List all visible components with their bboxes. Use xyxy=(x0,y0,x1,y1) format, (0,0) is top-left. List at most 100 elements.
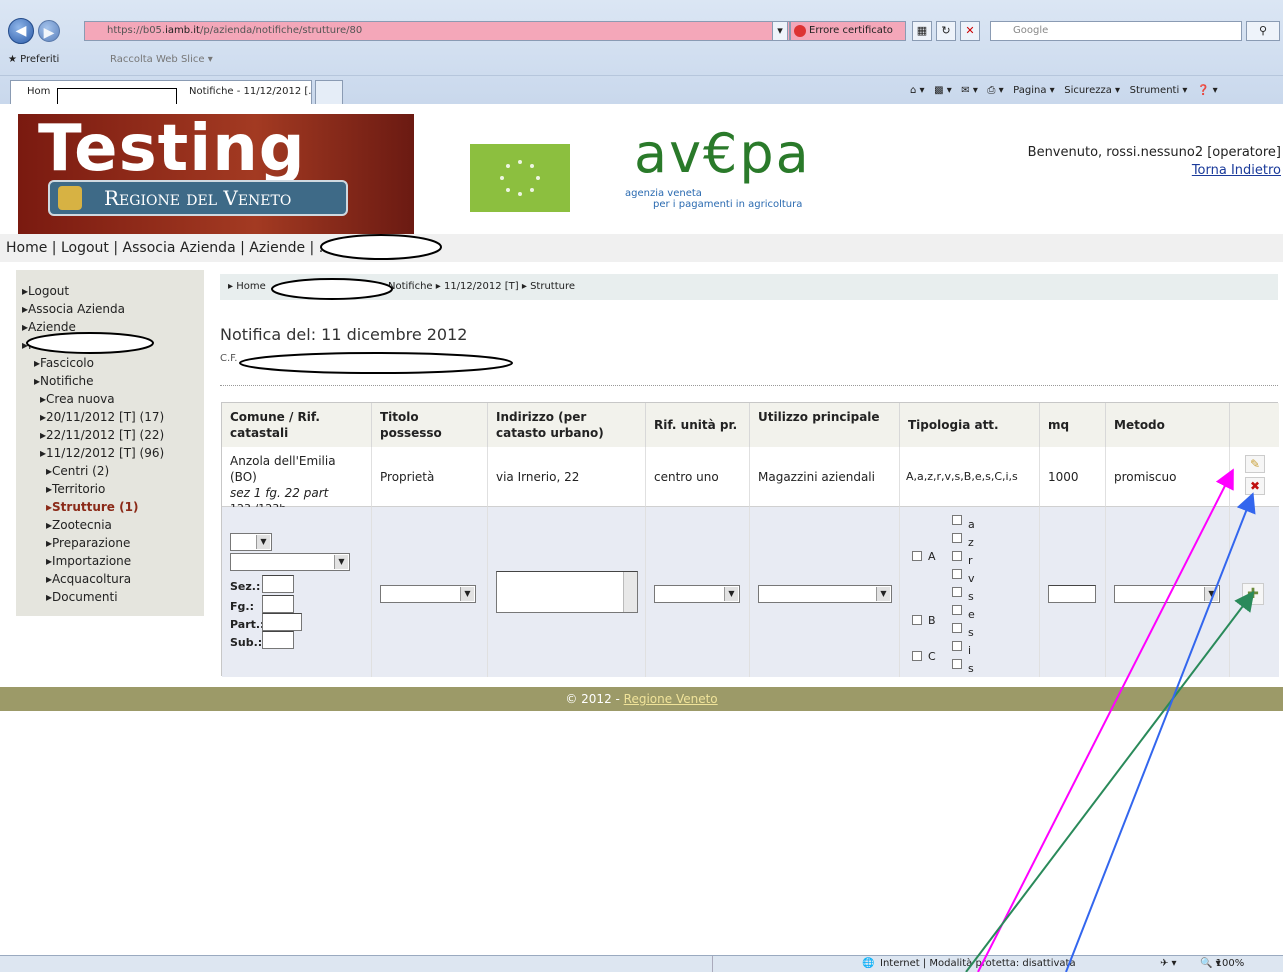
redaction-ellipse xyxy=(26,332,154,354)
command-bar: ⌂ ▾ ▩ ▾ ✉ ▾ ⎙ ▾ Pagina ▾ Sicurezza ▾ Str… xyxy=(910,85,1218,96)
help-icon[interactable]: ❓ ▾ xyxy=(1197,85,1218,96)
sub-label: Sub.: xyxy=(230,636,263,649)
testing-banner: Testing Regione del Veneto xyxy=(18,112,414,234)
sidebar-item-associa[interactable]: ▸Associa Azienda xyxy=(22,300,204,318)
checkbox-a[interactable] xyxy=(912,551,922,561)
edit-icon[interactable]: ✎ xyxy=(1245,455,1265,473)
redaction-ellipse xyxy=(239,352,513,374)
address-bar[interactable]: https://b05.iamb.it/p/azienda/notifiche/… xyxy=(84,21,790,41)
textarea-scrollbar[interactable] xyxy=(623,572,637,612)
fg-input[interactable] xyxy=(262,595,294,613)
search-button[interactable]: ⚲ xyxy=(1246,21,1280,41)
titolo-select[interactable]: ▼ xyxy=(380,585,476,603)
delete-icon[interactable]: ✖ xyxy=(1245,477,1265,495)
checkbox-c-i[interactable] xyxy=(952,641,962,651)
header-tipologia: Tipologia att. xyxy=(900,403,1040,447)
checkbox-a-v[interactable] xyxy=(952,569,962,579)
province-select[interactable]: ▼ xyxy=(230,533,272,551)
back-icon[interactable]: ◀ xyxy=(8,18,34,44)
sub-input[interactable] xyxy=(262,631,294,649)
sidebar-item-importazione[interactable]: ▸Importazione xyxy=(22,552,204,570)
favorites-button[interactable]: ★ Preferiti xyxy=(8,48,59,72)
label-a-r: r xyxy=(968,554,973,567)
compat-icon[interactable]: ▦ xyxy=(912,21,932,41)
cell-metodo: promiscuo xyxy=(1106,447,1230,507)
header-indirizzo: Indirizzo (per catasto urbano) xyxy=(488,403,646,447)
checkbox-a-s[interactable] xyxy=(952,587,962,597)
sidebar-item-notifica-20-11[interactable]: ▸20/11/2012 [T] (17) xyxy=(22,408,204,426)
comune-select[interactable]: ▼ xyxy=(230,553,350,571)
checkbox-b[interactable] xyxy=(912,615,922,625)
web-slice-button[interactable]: Raccolta Web Slice ▾ xyxy=(110,48,213,72)
add-icon[interactable]: ✚ xyxy=(1242,583,1264,605)
indirizzo-textarea[interactable] xyxy=(496,571,638,613)
checkbox-b-e[interactable] xyxy=(952,605,962,615)
search-input[interactable]: Google xyxy=(990,21,1242,41)
checkbox-b-s[interactable] xyxy=(952,623,962,633)
sidebar-item-documenti[interactable]: ▸Documenti xyxy=(22,588,204,606)
footer-link[interactable]: Regione Veneto xyxy=(624,692,718,706)
nav-aziende[interactable]: Aziende xyxy=(249,240,305,256)
cell-mq: 1000 xyxy=(1040,447,1106,507)
sidebar-item-preparazione[interactable]: ▸Preparazione xyxy=(22,534,204,552)
header-actions xyxy=(1230,403,1279,447)
checkbox-a-z[interactable] xyxy=(952,533,962,543)
nav-home[interactable]: Home xyxy=(6,240,47,256)
sidebar-item-centri[interactable]: ▸Centri (2) xyxy=(22,462,204,480)
breadcrumb-home[interactable]: Home xyxy=(236,281,266,292)
sidebar-item-zootecnia[interactable]: ▸Zootecnia xyxy=(22,516,204,534)
checkbox-c-s[interactable] xyxy=(952,659,962,669)
lion-icon xyxy=(58,186,82,210)
form-utilizzo: ▼ xyxy=(750,507,900,677)
checkbox-c[interactable] xyxy=(912,651,922,661)
sidebar: ▸Logout ▸Associa Azienda ▸Aziende ▸M... … xyxy=(16,270,204,616)
checkbox-a-a[interactable] xyxy=(952,515,962,525)
refresh-icon[interactable]: ↻ xyxy=(936,21,956,41)
mq-input[interactable] xyxy=(1048,585,1096,603)
back-link[interactable]: Torna Indietro xyxy=(1192,163,1281,178)
sidebar-item-notifica-22-11[interactable]: ▸22/11/2012 [T] (22) xyxy=(22,426,204,444)
sez-label: Sez.: xyxy=(230,580,261,593)
forward-icon[interactable]: ▶ xyxy=(38,20,60,42)
sez-input[interactable] xyxy=(262,575,294,593)
tool-sicurezza[interactable]: Sicurezza xyxy=(1064,85,1112,96)
status-panels xyxy=(712,956,852,972)
new-tab-button[interactable] xyxy=(315,80,343,105)
strutture-table: Comune / Rif. catastali Titolo possesso … xyxy=(221,402,1279,677)
label-b-s: s xyxy=(968,626,974,639)
utilizzo-select[interactable]: ▼ xyxy=(758,585,892,603)
sidebar-item-notifiche[interactable]: ▸Notifiche xyxy=(22,372,204,390)
rif-unita-select[interactable]: ▼ xyxy=(654,585,740,603)
sidebar-item-fascicolo[interactable]: ▸Fascicolo xyxy=(22,354,204,372)
part-input[interactable] xyxy=(262,613,302,631)
sidebar-item-territorio[interactable]: ▸Territorio xyxy=(22,480,204,498)
metodo-select[interactable]: ▼ xyxy=(1114,585,1220,603)
label-b: B xyxy=(928,614,936,627)
tool-pagina[interactable]: Pagina xyxy=(1013,85,1046,96)
stop-icon[interactable]: ✕ xyxy=(960,21,980,41)
nav-associa-azienda[interactable]: Associa Azienda xyxy=(123,240,236,256)
checkbox-a-r[interactable] xyxy=(952,551,962,561)
nav-logout[interactable]: Logout xyxy=(61,240,109,256)
print-icon[interactable]: ⎙ ▾ xyxy=(987,85,1003,96)
home-icon[interactable]: ⌂ ▾ xyxy=(910,85,925,96)
mail-icon[interactable]: ✉ ▾ xyxy=(961,85,978,96)
sidebar-item-logout[interactable]: ▸Logout xyxy=(22,282,204,300)
tool-strumenti[interactable]: Strumenti xyxy=(1130,85,1180,96)
zoom-level[interactable]: 🔍 100% ▾ xyxy=(1200,956,1244,972)
label-a-z: z xyxy=(968,536,974,549)
url-dropdown-icon[interactable]: ▾ xyxy=(772,21,788,41)
sidebar-item-acquacoltura[interactable]: ▸Acquacoltura xyxy=(22,570,204,588)
feeds-icon[interactable]: ▩ ▾ xyxy=(934,85,952,96)
form-comune: ▼ ▼ Sez.: Fg.: Part.: Sub.: xyxy=(222,507,372,677)
sidebar-item-crea-nuova[interactable]: ▸Crea nuova xyxy=(22,390,204,408)
form-metodo: ▼ xyxy=(1106,507,1230,677)
protected-mode-icon[interactable]: ✈ ▾ xyxy=(1160,956,1177,972)
sidebar-item-strutture[interactable]: ▸Strutture (1) xyxy=(22,498,204,516)
divider xyxy=(220,385,1278,386)
cell-comune: Anzola dell'Emilia (BO) sez 1 fg. 22 par… xyxy=(222,447,372,515)
sidebar-item-notifica-11-12[interactable]: ▸11/12/2012 [T] (96) xyxy=(22,444,204,462)
cert-error-badge[interactable]: Errore certificato xyxy=(790,21,906,41)
status-bar: 🌐 Internet | Modalità protetta: disattiv… xyxy=(0,955,1283,972)
breadcrumb-trail[interactable]: Notifiche ▸ 11/12/2012 [T] ▸ Strutture xyxy=(388,274,575,300)
